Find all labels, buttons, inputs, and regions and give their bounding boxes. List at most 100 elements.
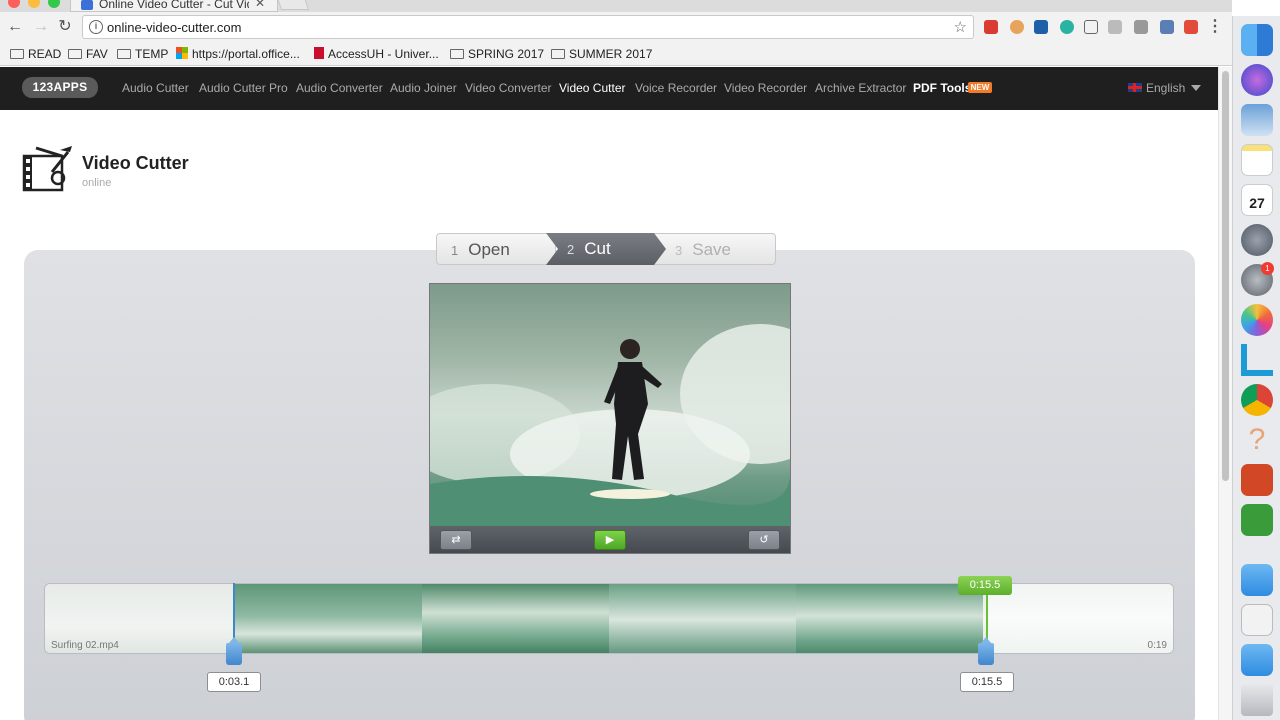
nav-archive-extractor[interactable]: Archive Extractor	[815, 81, 906, 95]
extension-notes-icon[interactable]	[1160, 20, 1174, 34]
uk-flag-icon	[1128, 83, 1142, 92]
scrollbar-thumb[interactable]	[1222, 71, 1229, 481]
microsoft-logo-icon	[176, 47, 188, 59]
replay-icon[interactable]: ↺	[748, 530, 780, 550]
step-save[interactable]: 3 Save	[654, 233, 776, 265]
notes-icon[interactable]	[1241, 144, 1273, 176]
current-time-label: 0:15.5	[958, 576, 1012, 595]
folder-icon	[551, 49, 565, 59]
extension-honey-icon[interactable]	[1010, 20, 1024, 34]
end-trim-handle[interactable]	[978, 637, 994, 665]
nav-voice-recorder[interactable]: Voice Recorder	[635, 81, 717, 95]
help-icon[interactable]: ?	[1241, 424, 1273, 456]
finder-icon[interactable]	[1241, 24, 1273, 56]
folder-icon	[450, 49, 464, 59]
back-arrow-icon[interactable]: ←	[6, 18, 24, 36]
timeline-thumbnail	[422, 584, 609, 653]
nav-pdf-tools[interactable]: PDF Tools	[913, 81, 971, 95]
launchpad-icon[interactable]	[1241, 224, 1273, 256]
url-text: online-video-cutter.com	[107, 20, 242, 35]
extension-font-icon[interactable]	[1134, 20, 1148, 34]
notification-badge: 1	[1261, 262, 1274, 275]
end-time-field[interactable]: 0:15.5	[960, 672, 1014, 692]
play-button[interactable]: ▶	[594, 530, 626, 550]
site-info-icon[interactable]: i	[89, 20, 103, 34]
trash-icon[interactable]	[1241, 684, 1273, 716]
lync-icon[interactable]	[1241, 344, 1273, 376]
close-tab-icon[interactable]: ✕	[255, 0, 265, 10]
document-icon[interactable]	[1241, 604, 1273, 636]
chevron-down-icon	[1191, 85, 1202, 91]
address-bar[interactable]: i online-video-cutter.com ☆	[82, 15, 974, 39]
siri-icon[interactable]	[1241, 64, 1273, 96]
extension-ublock-icon[interactable]	[1184, 20, 1198, 34]
brand-logo[interactable]: 123APPS	[22, 77, 98, 98]
extension-gray-icon[interactable]	[1108, 20, 1122, 34]
language-selector[interactable]: English	[1128, 81, 1202, 95]
new-tab-button[interactable]	[274, 0, 310, 10]
powerpoint-icon[interactable]	[1241, 464, 1273, 496]
macos-dock: 27 ?	[1232, 16, 1280, 720]
timeline-thumbnail	[235, 584, 422, 653]
cast-icon[interactable]	[1084, 20, 1098, 34]
extension-s-icon[interactable]	[1034, 20, 1048, 34]
video-controls: ⇄ ▶ ↺	[430, 526, 790, 553]
browser-tabstrip: Online Video Cutter - Cut Vide ✕	[0, 0, 1232, 12]
extension-grammarly-icon[interactable]	[1060, 20, 1074, 34]
surfer-video-frame-image	[430, 324, 790, 526]
start-trim-handle[interactable]	[226, 637, 242, 665]
bookmark-summer-2017[interactable]: SUMMER 2017	[551, 46, 652, 62]
browser-toolbar: ← → ↻ i online-video-cutter.com ☆ ⋮	[0, 12, 1232, 42]
new-badge: NEW	[968, 82, 992, 93]
bookmark-star-icon[interactable]: ☆	[954, 18, 967, 36]
trimmed-region-right	[987, 584, 1173, 653]
step-cut[interactable]: 2 Cut	[546, 233, 666, 265]
nav-video-cutter[interactable]: Video Cutter	[559, 81, 626, 95]
chrome-icon[interactable]	[1241, 384, 1273, 416]
calendar-icon[interactable]: 27	[1241, 184, 1273, 216]
close-window-icon[interactable]	[8, 0, 20, 8]
folder-icon	[117, 49, 131, 59]
extension-lastpass-icon[interactable]	[984, 20, 998, 34]
bookmark-office-portal[interactable]: https://portal.office...	[176, 46, 300, 62]
nav-audio-joiner[interactable]: Audio Joiner	[390, 81, 457, 95]
video-player: ⇄ ▶ ↺	[429, 283, 791, 554]
nav-video-recorder[interactable]: Video Recorder	[724, 81, 807, 95]
nav-audio-cutter-pro[interactable]: Audio Cutter Pro	[199, 81, 288, 95]
reload-icon[interactable]: ↻	[56, 18, 74, 36]
start-time-field[interactable]: 0:03.1	[207, 672, 261, 692]
preview-icon[interactable]	[1241, 104, 1273, 136]
site-favicon-icon	[81, 0, 93, 10]
folder-icon	[68, 49, 82, 59]
folder-icon[interactable]	[1241, 564, 1273, 596]
page-scrollbar[interactable]	[1218, 67, 1232, 720]
browser-tab-active[interactable]: Online Video Cutter - Cut Vide ✕	[70, 0, 278, 12]
nav-audio-cutter[interactable]: Audio Cutter	[122, 81, 189, 95]
step-open[interactable]: 1 Open	[436, 233, 556, 265]
bookmark-spring-2017[interactable]: SPRING 2017	[450, 46, 544, 62]
folder-icon	[10, 49, 24, 59]
rotate-crop-icon[interactable]: ⇄	[440, 530, 472, 550]
video-preview[interactable]	[430, 284, 790, 526]
bookmark-read[interactable]: READ	[10, 46, 61, 62]
bookmark-accessuh[interactable]: AccessUH - Univer...	[314, 46, 439, 62]
bookmarks-bar: READ FAV TEMP https://portal.office... A…	[0, 42, 1232, 66]
uh-logo-icon	[314, 47, 324, 59]
nav-audio-converter[interactable]: Audio Converter	[296, 81, 383, 95]
bookmark-temp[interactable]: TEMP	[117, 46, 168, 62]
timeline-thumbnail	[609, 584, 796, 653]
video-cutter-logo-icon	[22, 146, 72, 192]
photos-icon[interactable]	[1241, 304, 1273, 336]
language-label: English	[1146, 81, 1186, 95]
nav-video-converter[interactable]: Video Converter	[465, 81, 552, 95]
timeline-thumbnail	[796, 584, 983, 653]
browser-menu-icon[interactable]: ⋮	[1206, 18, 1224, 36]
forward-arrow-icon[interactable]: →	[32, 18, 50, 36]
site-navbar: 123APPS Audio Cutter Audio Cutter Pro Au…	[0, 67, 1218, 110]
minimize-window-icon[interactable]	[28, 0, 40, 8]
downloads-folder-icon[interactable]	[1241, 644, 1273, 676]
zoom-window-icon[interactable]	[48, 0, 60, 8]
camtasia-icon[interactable]	[1241, 504, 1273, 536]
timeline-filename: Surfing 02.mp4	[51, 640, 119, 651]
bookmark-fav[interactable]: FAV	[68, 46, 108, 62]
